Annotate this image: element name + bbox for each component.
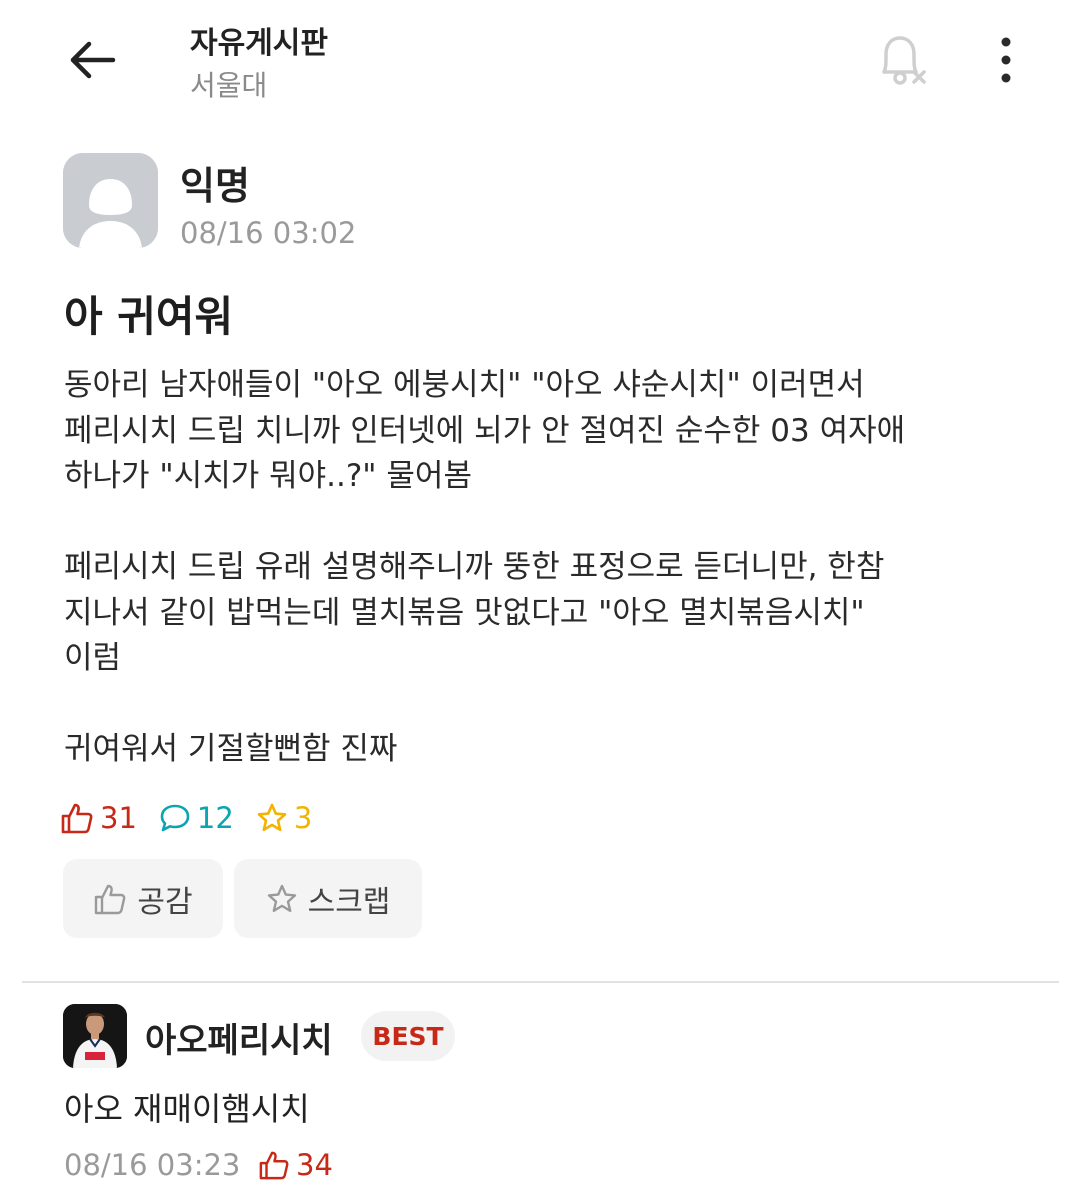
like-count-value: 31 [100,801,137,835]
back-button[interactable] [60,32,124,88]
more-options-button[interactable] [978,30,1034,90]
scrap-button-label: 스크랩 [307,884,391,920]
comment-like-count: 34 [258,1148,333,1182]
school-name: 서울대 [190,69,268,102]
post-body-line: 페리시치 드립 유래 설명해주니까 뚱한 표정으로 듣더니만, 한참 [64,549,885,585]
top-bar: 자유게시판 서울대 [0,0,1080,120]
like-button-label: 공감 [137,884,193,920]
post-author: 익명 [180,164,250,208]
post-body-line [64,682,1044,728]
commenter-avatar [63,1004,127,1068]
arrow-left-icon [70,41,116,79]
board-title: 자유게시판 [190,26,328,61]
scrap-button[interactable]: 스크랩 [234,859,422,938]
like-count: 31 [60,801,137,835]
thumbs-up-icon [61,803,93,834]
post-body-line: 페리시치 드립 치니까 인터넷에 뇌가 안 절여진 순수한 03 여자애 [64,412,906,449]
post-body-line: 하나가 "시치가 뭐야..?" 물어봄 [64,458,472,494]
post-body-line: 귀여워서 기절할뻔함 진짜 [64,731,398,767]
star-icon [267,884,296,912]
post-title: 아 귀여워 [64,292,234,341]
post-body-line: 동아리 남자애들이 "아오 에붕시치" "아오 샤순시치" 이러면서 [64,367,865,403]
comment-timestamp: 08/16 03:23 [64,1148,241,1182]
more-vertical-icon [1001,37,1011,83]
bell-off-icon [882,36,926,85]
thumbs-up-icon [259,1151,289,1180]
scrap-count-value: 3 [293,801,313,835]
star-icon [257,803,287,832]
post-body-line: 지나서 같이 밥먹는데 멸치볶음 맛없다고 "아오 멸치볶음시치" [64,594,865,631]
comment-text: 아오 재매이햄시치 [64,1090,310,1128]
scrap-count: 3 [256,801,312,835]
post-body-line [64,500,1044,546]
profile-photo-icon [63,1004,127,1068]
comment-like-value: 34 [296,1148,333,1182]
like-button[interactable]: 공감 [63,859,223,938]
comment-author: 아오페리시치 [145,1021,333,1061]
post-page: 자유게시판 서울대 익명 08/16 03:02 아 귀여워 동아리 남자애들이… [0,0,1080,1201]
post-stats: 31 12 3 [60,798,334,838]
post-body: 동아리 남자애들이 "아오 에붕시치" "아오 샤순시치" 이러면서 페리시치 … [64,363,1044,773]
author-avatar [63,153,158,248]
comment-count-value: 12 [196,801,234,835]
default-profile-icon [63,153,158,248]
comment-count: 12 [159,801,234,835]
post-body-line: 이럼 [64,640,122,676]
notification-toggle-button[interactable] [868,28,936,92]
thumbs-up-icon [95,884,126,914]
best-badge: BEST [361,1011,455,1061]
post-timestamp: 08/16 03:02 [180,216,357,250]
section-divider [22,981,1059,983]
speech-bubble-icon [160,804,190,832]
